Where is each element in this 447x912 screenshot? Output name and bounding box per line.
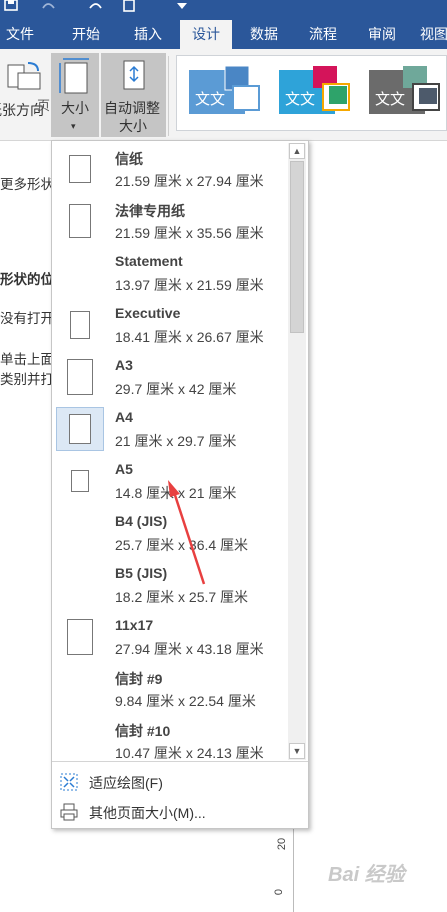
menu-separator (52, 761, 308, 762)
page-size-dimensions: 18.41 厘米 x 26.67 厘米 (115, 329, 264, 345)
ruler-number: 20 (276, 837, 289, 851)
page-size-name: 信封 #9 (115, 671, 163, 687)
theme-thumb-teal[interactable]: 文文 (277, 64, 357, 124)
save-icon[interactable] (4, 0, 18, 15)
tab-home[interactable]: 开始 (60, 20, 112, 49)
page-size-item-b5-jis[interactable]: B5 (JIS) 18.2 厘米 x 25.7 厘米 (52, 559, 288, 611)
page-size-dimensions: 21 厘米 x 29.7 厘米 (115, 433, 237, 449)
size-button[interactable]: 大小 ▾ (51, 53, 99, 137)
autofit-label: 自动调整 (104, 100, 160, 116)
page-thumb (56, 355, 104, 399)
scroll-down-icon[interactable]: ▼ (289, 743, 305, 759)
doc-text-line: 更多形状 (0, 177, 54, 192)
page-thumb (56, 303, 104, 347)
tab-review[interactable]: 审阅 (356, 20, 408, 49)
theme-gallery[interactable]: 文文 文文 文文 (176, 55, 447, 131)
page-thumb (56, 407, 104, 451)
scrollbar-thumb[interactable] (290, 161, 304, 333)
page-size-icon (59, 58, 89, 94)
page-thumb (56, 615, 104, 659)
page-size-dimensions: 10.47 厘米 x 24.13 厘米 (115, 745, 264, 761)
size-label: 大小 (61, 100, 89, 116)
page-size-item-a4[interactable]: A4 21 厘米 x 29.7 厘米 (52, 403, 288, 455)
page-size-item-envelope-9[interactable]: 信封 #9 9.84 厘米 x 22.54 厘米 (52, 663, 288, 715)
page-size-name: Statement (115, 253, 183, 269)
page-size-item-executive[interactable]: Executive 18.41 厘米 x 26.67 厘米 (52, 299, 288, 351)
page-size-item-b4-jis[interactable]: B4 (JIS) 25.7 厘米 x 36.4 厘米 (52, 507, 288, 559)
page-size-dimensions: 18.2 厘米 x 25.7 厘米 (115, 589, 249, 605)
fit-to-drawing-command[interactable]: 适应绘图(F) (52, 768, 308, 796)
more-page-sizes-label: 其他页面大小(M)... (89, 805, 206, 821)
watermark: Bai 经验 (328, 864, 405, 886)
tab-data[interactable]: 数据 (238, 20, 290, 49)
page-size-item-statement[interactable]: Statement 13.97 厘米 x 21.59 厘米 (52, 247, 288, 299)
ruler-edge (293, 820, 294, 912)
ribbon-divider (168, 56, 169, 136)
doc-text-line: 单击上面 (0, 352, 54, 367)
orientation-icon (7, 62, 41, 90)
page-size-item-a5[interactable]: A5 14.8 厘米 x 21 厘米 (52, 455, 288, 507)
fit-to-drawing-icon (60, 773, 78, 791)
autofit-icon (123, 60, 144, 90)
theme-thumb-text: 文文 (195, 91, 226, 108)
page-size-dimensions: 21.59 厘米 x 35.56 厘米 (115, 225, 264, 241)
doc-text-line: 形状的位 (0, 272, 54, 287)
page-size-dimensions: 13.97 厘米 x 21.59 厘米 (115, 277, 264, 293)
tab-view[interactable]: 视图 (414, 20, 447, 49)
page-size-dimensions: 14.8 厘米 x 21 厘米 (115, 485, 237, 501)
page-size-name: 法律专用纸 (115, 203, 185, 219)
theme-thumb-text: 文文 (375, 91, 406, 108)
theme-thumb-blue[interactable]: 文文 (187, 64, 267, 124)
page-size-name: A5 (115, 461, 133, 477)
doc-text-line: 类别并打 (0, 372, 54, 387)
more-page-sizes-command[interactable]: 其他页面大小(M)... (52, 798, 308, 826)
theme-thumb-gray[interactable]: 文文 (367, 64, 447, 124)
page-size-item-envelope-10[interactable]: 信封 #10 10.47 厘米 x 24.13 厘米 (52, 715, 288, 767)
ribbon-tabs: 文件 开始 插入 设计 数据 流程 审阅 视图 (0, 20, 447, 49)
page-icon[interactable] (122, 0, 136, 17)
page-size-dimensions: 27.94 厘米 x 43.18 厘米 (115, 641, 264, 657)
page-size-name: B5 (JIS) (115, 565, 168, 581)
page-thumb (56, 459, 104, 503)
fit-to-drawing-label: 适应绘图(F) (89, 775, 163, 791)
scroll-up-icon[interactable]: ▲ (289, 143, 305, 159)
title-bar (0, 0, 447, 20)
group-label: 页 (37, 98, 51, 113)
page-size-item-11x17[interactable]: 11x17 27.94 厘米 x 43.18 厘米 (52, 611, 288, 663)
theme-thumb-text: 文文 (285, 91, 316, 108)
autofit-button[interactable]: 自动调整 大小 (101, 53, 166, 137)
tab-design[interactable]: 设计 (180, 20, 232, 49)
page-size-name: 11x17 (115, 617, 154, 633)
dropdown-scrollbar[interactable]: ▲ ▼ (288, 143, 306, 760)
redo-icon[interactable] (88, 0, 104, 15)
page-size-dropdown: 信纸 21.59 厘米 x 27.94 厘米 法律专用纸 21.59 厘米 x … (51, 140, 309, 829)
customize-qa-icon[interactable] (176, 0, 188, 14)
autofit-label-line2: 大小 (119, 118, 147, 134)
printer-icon (60, 803, 78, 821)
page-size-item-legal[interactable]: 法律专用纸 21.59 厘米 x 35.56 厘米 (52, 195, 288, 247)
chevron-down-icon: ▾ (71, 121, 76, 131)
page-size-name: B4 (JIS) (115, 513, 168, 529)
page-thumb (56, 147, 104, 191)
undo-icon[interactable] (40, 0, 56, 15)
page-size-name: 信纸 (115, 151, 143, 167)
page-size-name: A4 (115, 409, 133, 425)
page-size-name: Executive (115, 305, 181, 321)
page-size-dimensions: 29.7 厘米 x 42 厘米 (115, 381, 237, 397)
tab-insert[interactable]: 插入 (122, 20, 174, 49)
page-size-name: 信封 #10 (115, 723, 171, 739)
page-size-dimensions: 9.84 厘米 x 22.54 厘米 (115, 693, 256, 709)
page-size-dimensions: 21.59 厘米 x 27.94 厘米 (115, 173, 264, 189)
tab-process[interactable]: 流程 (297, 20, 349, 49)
page-size-dimensions: 25.7 厘米 x 36.4 厘米 (115, 537, 249, 553)
page-size-item-a3[interactable]: A3 29.7 厘米 x 42 厘米 (52, 351, 288, 403)
page-thumb (56, 199, 104, 243)
page-size-item-letter[interactable]: 信纸 21.59 厘米 x 27.94 厘米 (52, 143, 288, 195)
doc-text-line: 没有打开 (0, 311, 54, 326)
page-size-name: A3 (115, 357, 133, 373)
tab-file[interactable]: 文件 (0, 20, 40, 49)
ruler-number: 0 (273, 888, 286, 896)
